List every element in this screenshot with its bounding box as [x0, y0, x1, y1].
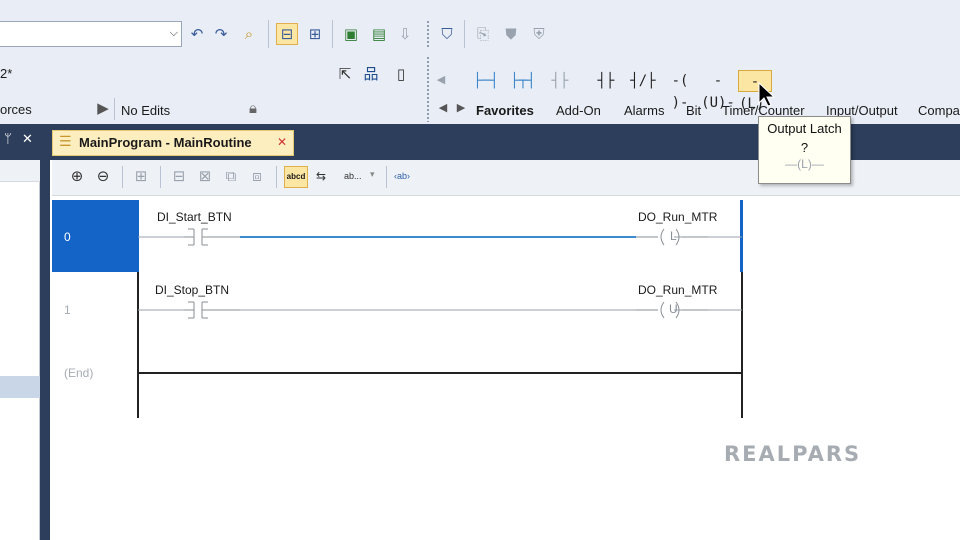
- device-icon[interactable]: ▯: [390, 64, 412, 86]
- text-view-button[interactable]: abcd: [284, 166, 308, 188]
- rung-button[interactable]: ├─┤: [472, 70, 500, 92]
- download-icon[interactable]: ⇩: [394, 24, 416, 46]
- xic-contact[interactable]: [184, 299, 240, 321]
- scroll-left-icon[interactable]: ◀: [430, 70, 452, 92]
- ladder-routine-icon: ☰: [59, 134, 72, 150]
- cancel-rung-icon[interactable]: ⧈: [246, 166, 268, 188]
- run-mode-icon[interactable]: ▤: [368, 24, 390, 46]
- branch-button[interactable]: ├┬┤: [508, 70, 538, 92]
- tooltip-operand: ?: [800, 140, 809, 155]
- tab-bit[interactable]: Bit: [686, 103, 701, 118]
- tab-mainroutine[interactable]: ☰ MainProgram - MainRoutine ✕: [52, 130, 294, 156]
- organizer-header: [0, 160, 40, 182]
- network-icon[interactable]: 品: [360, 64, 382, 86]
- clipboard-icon[interactable]: ⎘: [472, 24, 494, 46]
- ote-button[interactable]: -( )-: [664, 70, 696, 111]
- otl-coil-letter: L: [670, 229, 677, 243]
- watermark-logo: REALPARS: [724, 442, 862, 466]
- xio-button[interactable]: ┤/├: [628, 70, 658, 92]
- end-rung-line: [138, 372, 742, 374]
- xic-tag[interactable]: DI_Stop_BTN: [155, 283, 229, 297]
- xic-tag[interactable]: DI_Start_BTN: [157, 210, 232, 224]
- rung-number: 0: [64, 230, 71, 244]
- toolbar-divider: [386, 166, 387, 188]
- redo-icon[interactable]: ↷: [210, 24, 232, 46]
- otu-tag[interactable]: DO_Run_MTR: [638, 283, 717, 297]
- branch-level-button[interactable]: ┤├: [546, 70, 574, 92]
- rung-number: 1: [64, 303, 71, 317]
- chevron-down-icon[interactable]: ▾: [370, 170, 375, 180]
- tab-add-on[interactable]: Add-On: [556, 103, 601, 118]
- tab-favorites[interactable]: Favorites: [476, 103, 534, 118]
- tag-button[interactable]: ‹ab›: [394, 171, 410, 181]
- edits-status: No Edits: [121, 103, 171, 118]
- toolbar-area: ⌵ ↶ ↷ ⌕ ⊟ ⊞ ▣ ▤ ⇩ ⛉ ⎘ ⛊ ⛨ 2* ⇱ 品 ▯ orces…: [0, 6, 960, 124]
- controller-title: 2*: [0, 66, 13, 81]
- verify-routine-icon[interactable]: ⊟: [276, 23, 298, 45]
- end-rung-label: (End): [64, 366, 94, 380]
- forces-label: orces: [0, 102, 32, 117]
- toolbar-divider: [332, 20, 333, 48]
- tab-scroll-right-icon[interactable]: ▶: [450, 98, 472, 120]
- otu-button[interactable]: -(U)-: [700, 70, 736, 111]
- toolbar-divider: [160, 166, 161, 188]
- close-pane-icon[interactable]: ✕: [22, 132, 33, 147]
- zoom-in-icon[interactable]: ⊕: [66, 166, 88, 188]
- editor-frame: [40, 124, 50, 540]
- ab-dropdown[interactable]: ab...: [344, 171, 362, 181]
- shield-check-icon[interactable]: ⛨: [528, 24, 550, 46]
- tooltip-title: Output Latch: [767, 121, 842, 136]
- forces-dropdown-icon[interactable]: ▶: [92, 98, 114, 120]
- tab-alarms[interactable]: Alarms: [624, 103, 664, 118]
- otu-coil-letter: U: [669, 302, 678, 316]
- toolbar-divider: [122, 166, 123, 188]
- ladder-editor[interactable]: 0 DI_Start_BTN DO_Run_MTR L 1 DI_Stop_BT…: [52, 196, 960, 540]
- organizer-selected-item[interactable]: [0, 376, 40, 398]
- edit-rung-icon[interactable]: ⊠: [194, 166, 216, 188]
- xic-contact[interactable]: [184, 226, 240, 248]
- toolbar-divider: [268, 20, 269, 48]
- toolbar-grip[interactable]: [426, 20, 430, 48]
- mouse-pointer-icon: [758, 82, 776, 107]
- controller-organizer-pane: [0, 160, 40, 540]
- security-shield-icon[interactable]: ⛉: [436, 24, 458, 46]
- tooltip-symbol: —(L)—: [785, 157, 824, 171]
- tab-compare[interactable]: Compa: [918, 103, 960, 118]
- lock-icon[interactable]: 🔒︎: [242, 98, 264, 120]
- routine-combo[interactable]: ⌵: [0, 21, 182, 47]
- pin-icon[interactable]: ᛘ: [4, 132, 12, 147]
- rung-properties-icon[interactable]: ⊞: [130, 166, 152, 188]
- document-tab-label: MainProgram - MainRoutine: [79, 135, 252, 150]
- undo-icon[interactable]: ↶: [186, 24, 208, 46]
- toolbar-divider: [464, 20, 465, 48]
- online-icon[interactable]: ▣: [340, 24, 362, 46]
- verify-controller-icon[interactable]: ⊞: [304, 24, 326, 46]
- toolbar-divider: [276, 166, 277, 188]
- otl-tag[interactable]: DO_Run_MTR: [638, 210, 717, 224]
- rename-icon[interactable]: ⇆: [310, 166, 332, 188]
- toolbar-divider: [114, 98, 115, 120]
- chevron-down-icon[interactable]: ⌵: [170, 26, 178, 40]
- path-icon[interactable]: ⇱: [334, 64, 356, 86]
- find-icon[interactable]: ⌕: [238, 24, 260, 46]
- instruction-tooltip: Output Latch ? —(L)—: [758, 116, 851, 184]
- zoom-out-icon[interactable]: ⊖: [92, 166, 114, 188]
- close-icon[interactable]: ✕: [277, 135, 287, 149]
- add-rung-icon[interactable]: ⊟: [168, 166, 190, 188]
- shield-icon[interactable]: ⛊: [500, 24, 522, 46]
- xic-button[interactable]: ┤├: [592, 70, 620, 92]
- accept-rung-icon[interactable]: ⧉: [220, 166, 242, 188]
